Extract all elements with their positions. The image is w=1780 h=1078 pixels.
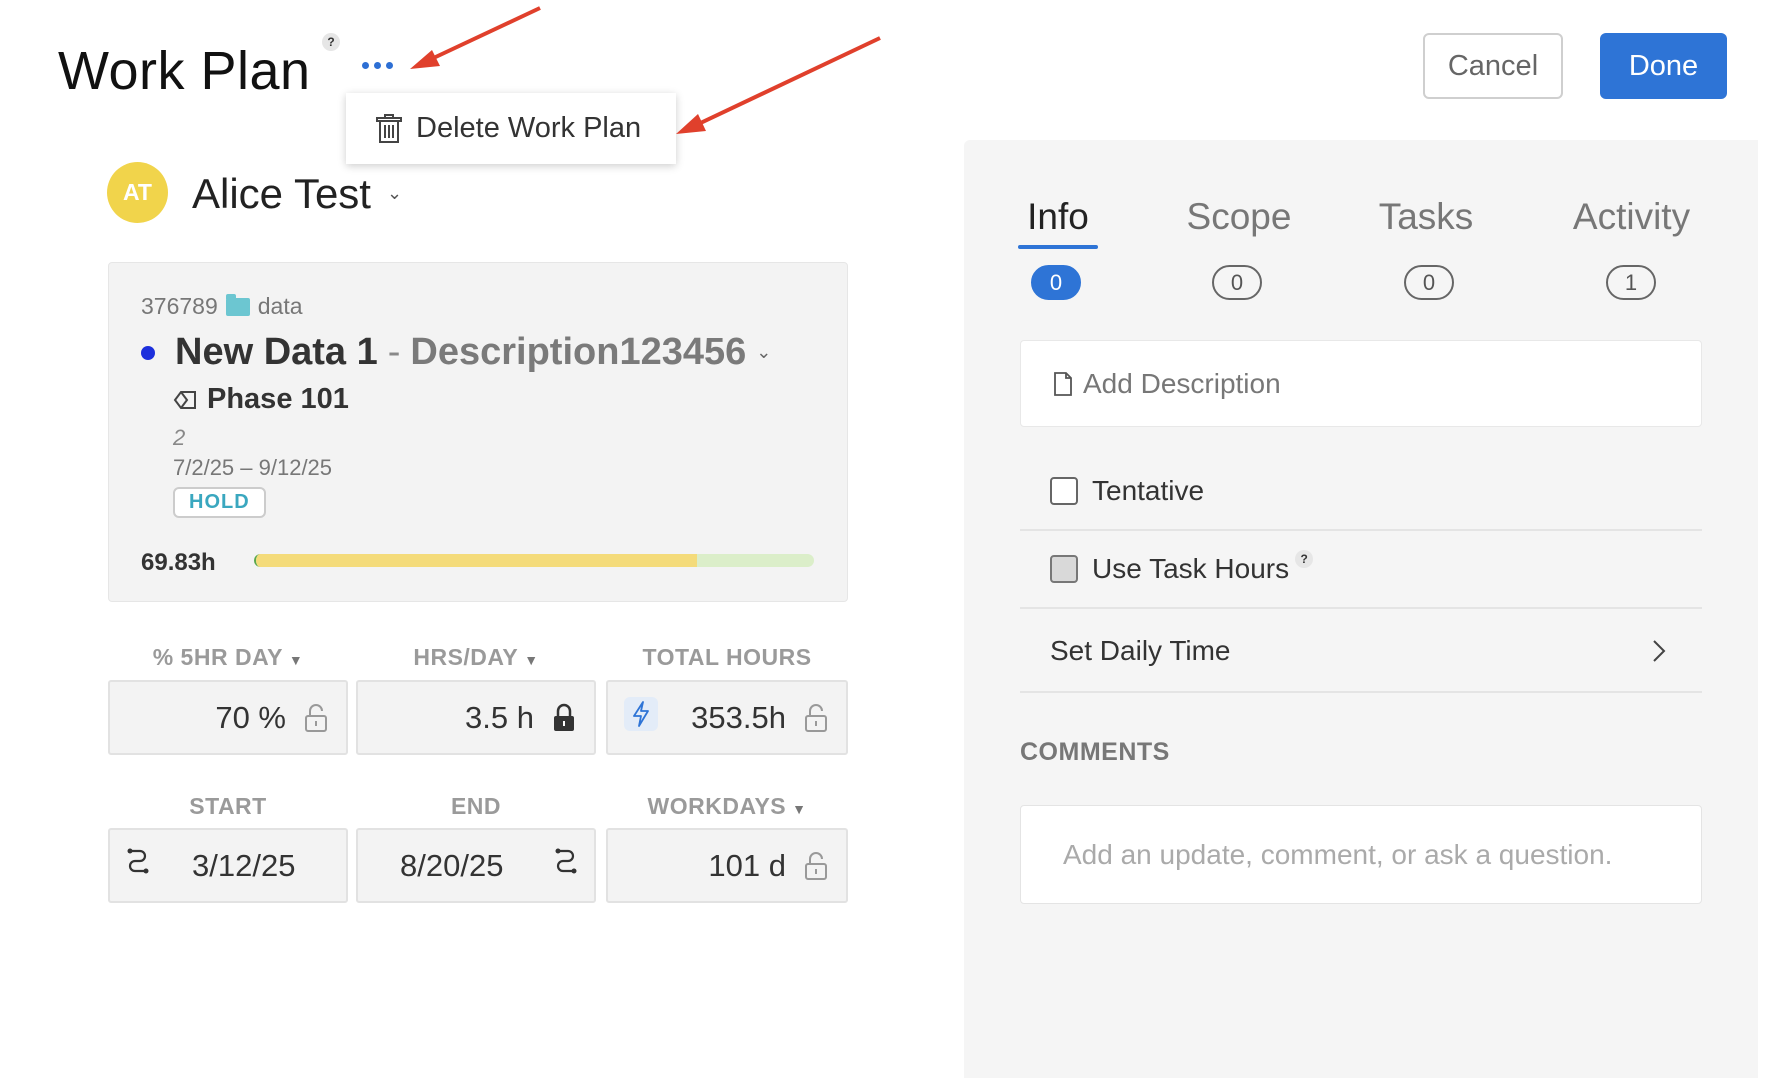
member-name[interactable]: Alice Test (192, 170, 371, 218)
activity-count-badge: 1 (1606, 265, 1656, 300)
tasks-count-badge: 0 (1404, 265, 1454, 300)
tentative-checkbox[interactable] (1050, 477, 1078, 505)
total-hours-label: TOTAL HOURS (642, 644, 812, 670)
divider (1020, 691, 1702, 693)
dot (373, 61, 381, 69)
project-description: Description123456 (410, 331, 747, 373)
tab-info[interactable]: Info (1020, 196, 1096, 238)
page-title: Work Plan (58, 41, 311, 101)
project-color-dot (141, 345, 155, 360)
progress-bar (254, 554, 814, 567)
add-description-placeholder: Add Description (1083, 367, 1281, 399)
project-title-row[interactable]: New Data 1 - Description123456 ⌄ (141, 331, 771, 374)
scope-count-badge: 0 (1212, 265, 1262, 300)
avatar: AT (107, 162, 168, 223)
folder-name: data (257, 293, 303, 319)
divider (1020, 529, 1702, 531)
delete-work-plan-menu-item[interactable]: Delete Work Plan (346, 93, 676, 164)
total-hours-field[interactable]: 353.5h (606, 680, 848, 755)
unlock-icon[interactable] (804, 703, 828, 733)
help-icon[interactable]: ? (1295, 550, 1314, 568)
document-icon (1054, 371, 1072, 396)
done-button[interactable]: Done (1600, 33, 1727, 99)
pct-day-label[interactable]: % 5HR DAY ▼ (108, 644, 348, 671)
arrow-line (424, 6, 541, 64)
caret-down-icon: ▼ (524, 652, 539, 668)
set-daily-time-row[interactable]: Set Daily Time (1020, 630, 1702, 672)
hours-total: 69.83h (141, 549, 216, 576)
hrs-day-field[interactable]: 3.5 h (356, 680, 596, 755)
tentative-label: Tentative (1092, 475, 1205, 506)
tab-tasks[interactable]: Tasks (1376, 196, 1476, 238)
chevron-down-icon[interactable]: ⌄ (387, 183, 402, 204)
end-label: END (450, 793, 502, 819)
start-date-value: 3/12/25 (192, 847, 296, 883)
lightning-icon[interactable] (624, 696, 658, 739)
phase-name: Phase 101 (207, 383, 349, 415)
arrow-head (676, 114, 706, 134)
set-daily-time-label: Set Daily Time (1050, 635, 1231, 666)
delete-work-plan-label: Delete Work Plan (416, 112, 642, 144)
arrow-line (691, 36, 881, 129)
tab-scope[interactable]: Scope (1184, 196, 1294, 238)
pct-day-field[interactable]: 70 % (108, 680, 348, 755)
lock-icon[interactable] (552, 703, 576, 733)
date-link-icon[interactable] (554, 846, 578, 886)
project-name: New Data 1 (175, 331, 378, 373)
project-number: 376789 (141, 293, 218, 319)
comment-input[interactable]: Add an update, comment, or ask a questio… (1020, 805, 1702, 904)
cancel-button[interactable]: Cancel (1423, 33, 1563, 99)
hrs-day-label-text: HRS/DAY (413, 644, 519, 670)
help-icon[interactable]: ? (322, 33, 340, 51)
workdays-label[interactable]: WORKDAYS ▼ (606, 793, 848, 820)
active-tab-indicator (1018, 245, 1098, 249)
arrow-head (410, 50, 440, 69)
chevron-right-icon (1653, 640, 1666, 662)
pct-day-label-text: % 5HR DAY (152, 644, 283, 670)
end-date-value: 8/20/25 (400, 847, 504, 883)
folder-icon (225, 293, 250, 316)
workdays-value: 101 d (708, 847, 786, 883)
add-description-field[interactable]: Add Description (1020, 340, 1702, 427)
workdays-field[interactable]: 101 d (606, 828, 848, 903)
total-hours-value: 353.5h (691, 699, 786, 735)
tentative-option[interactable]: Tentative (1020, 475, 1702, 507)
status-badge: HOLD (173, 487, 266, 518)
unlock-icon[interactable] (804, 851, 828, 881)
project-card: 376789 data New Data 1 - Description1234… (108, 262, 848, 602)
comment-placeholder: Add an update, comment, or ask a questio… (1063, 838, 1613, 870)
divider (1020, 607, 1702, 609)
more-options-button[interactable] (354, 52, 400, 78)
phase-dates: 7/2/25 – 9/12/25 (173, 455, 333, 480)
dot (361, 61, 369, 69)
trash-icon (376, 113, 402, 143)
use-task-hours-label: Use Task Hours (1092, 553, 1290, 584)
workdays-label-text: WORKDAYS (647, 793, 787, 819)
comments-heading: COMMENTS (1020, 738, 1170, 766)
unlock-icon[interactable] (304, 703, 328, 733)
chevron-down-icon[interactable]: ⌄ (756, 342, 771, 363)
tab-activity[interactable]: Activity (1569, 196, 1694, 238)
progress-bar-fill (256, 554, 697, 567)
dot (385, 61, 393, 69)
start-date-field[interactable]: 3/12/25 (108, 828, 348, 903)
phase-icon (173, 390, 196, 409)
project-meta: 376789 data (141, 293, 303, 320)
caret-down-icon: ▼ (288, 652, 304, 668)
phase-row: Phase 101 (173, 383, 349, 416)
info-count-badge: 0 (1031, 265, 1081, 300)
start-label: START (189, 793, 267, 819)
details-panel: Info Scope Tasks Activity 0 0 0 1 Add De… (964, 140, 1758, 1078)
pct-day-value: 70 % (215, 699, 286, 735)
end-date-field[interactable]: 8/20/25 (356, 828, 596, 903)
hrs-day-value: 3.5 h (465, 699, 534, 735)
caret-down-icon: ▼ (792, 801, 807, 817)
project-separator: - (387, 331, 401, 373)
use-task-hours-checkbox[interactable] (1050, 555, 1078, 583)
hrs-day-label[interactable]: HRS/DAY ▼ (356, 644, 596, 671)
phase-number: 2 (173, 425, 186, 450)
date-link-icon[interactable] (126, 846, 150, 886)
use-task-hours-option[interactable]: Use Task Hours ? (1020, 550, 1702, 585)
